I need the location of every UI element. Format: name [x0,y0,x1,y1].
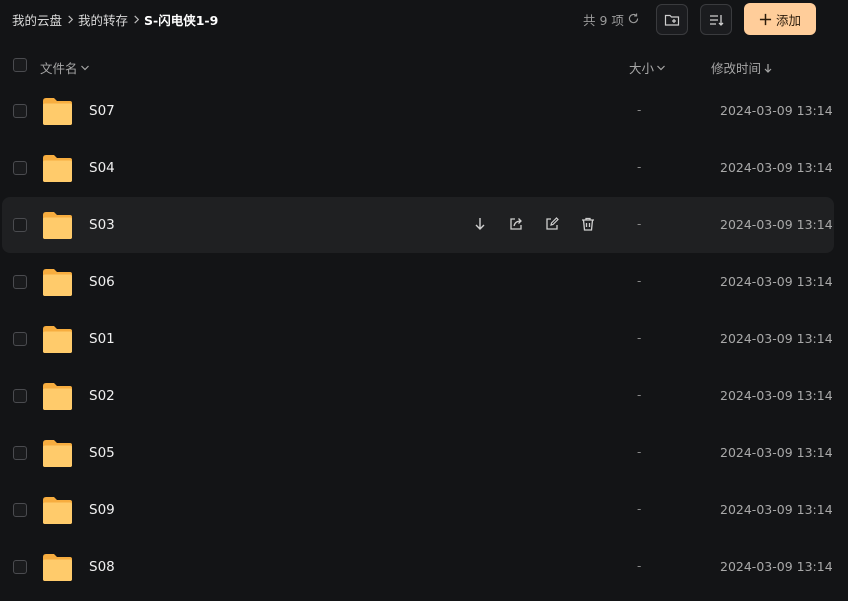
file-row[interactable]: S01 - 2024-03-09 13:14 [2,311,834,367]
row-checkbox[interactable] [13,332,27,346]
refresh-icon[interactable] [627,12,640,28]
breadcrumb-item-saved[interactable]: 我的转存 [78,10,128,29]
file-modified: 2024-03-09 13:14 [720,103,833,118]
file-name[interactable]: S05 [89,445,115,461]
sort-button[interactable] [700,4,732,35]
file-name[interactable]: S08 [89,559,115,575]
column-size-label: 大小 [629,61,655,76]
file-size: - [637,160,642,174]
file-modified: 2024-03-09 13:14 [720,274,833,289]
file-row[interactable]: S08 - 2024-03-09 13:14 [2,539,834,595]
file-size: - [637,217,642,231]
file-modified: 2024-03-09 13:14 [720,559,833,574]
chevron-down-icon [657,65,665,70]
breadcrumb-item-current: S-闪电侠1-9 [144,12,219,28]
folder-icon [43,440,72,467]
chevron-down-icon [80,65,89,70]
folder-icon [43,155,72,182]
file-size: - [637,559,642,573]
file-size: - [637,502,642,516]
folder-icon [43,383,72,410]
chevron-right-icon [62,14,78,24]
folder-icon [43,497,72,524]
add-button-label: 添加 [775,12,801,28]
file-modified: 2024-03-09 13:14 [720,388,833,403]
row-checkbox[interactable] [13,161,27,175]
column-modified-label: 修改时间 [711,61,762,76]
file-size: - [637,103,642,117]
row-actions [472,216,596,232]
toolbar: 我的云盘 我的转存 S-闪电侠1-9 共 9 项 添加 [0,0,848,40]
folder-icon [43,326,72,353]
row-checkbox[interactable] [13,389,27,403]
file-row[interactable]: S02 - 2024-03-09 13:14 [2,368,834,424]
new-folder-button[interactable] [656,4,688,35]
file-row[interactable]: S06 - 2024-03-09 13:14 [2,254,834,310]
file-size: - [637,388,642,402]
file-size: - [637,445,642,459]
file-name[interactable]: S03 [89,217,115,233]
new-folder-icon [664,14,680,26]
row-checkbox[interactable] [13,275,27,289]
file-modified: 2024-03-09 13:14 [720,217,833,232]
file-size: - [637,331,642,345]
folder-icon [43,98,72,125]
file-name[interactable]: S04 [89,160,115,176]
download-icon[interactable] [472,216,488,232]
file-row[interactable]: S07 - 2024-03-09 13:14 [2,83,834,139]
column-size[interactable]: 大小 [629,58,666,77]
column-name-label: 文件名 [40,61,78,76]
add-button[interactable]: 添加 [744,3,816,35]
file-name[interactable]: S01 [89,331,115,347]
table-header: 文件名 大小 修改时间 [0,50,848,80]
chevron-right-icon [128,14,144,24]
file-row[interactable]: S03 - 2024-03-09 13:14 [2,197,834,253]
select-all-checkbox[interactable] [13,58,27,72]
file-name[interactable]: S09 [89,502,115,518]
column-modified[interactable]: 修改时间 [711,58,773,77]
breadcrumb-item-cloud[interactable]: 我的云盘 [12,10,62,29]
row-checkbox[interactable] [13,218,27,232]
folder-icon [43,554,72,581]
item-count: 共 9 项 [583,10,640,29]
delete-icon[interactable] [580,216,596,232]
sort-icon [710,14,724,26]
row-checkbox[interactable] [13,446,27,460]
file-name[interactable]: S02 [89,388,115,404]
plus-icon [759,13,772,25]
share-icon[interactable] [508,216,524,232]
file-modified: 2024-03-09 13:14 [720,445,833,460]
row-checkbox[interactable] [13,503,27,517]
row-checkbox[interactable] [13,560,27,574]
row-checkbox[interactable] [13,104,27,118]
file-row[interactable]: S04 - 2024-03-09 13:14 [2,140,834,196]
file-name[interactable]: S06 [89,274,115,290]
column-name[interactable]: 文件名 [40,58,90,77]
file-modified: 2024-03-09 13:14 [720,331,833,346]
rename-icon[interactable] [544,216,560,232]
file-size: - [637,274,642,288]
file-row[interactable]: S05 - 2024-03-09 13:14 [2,425,834,481]
breadcrumb: 我的云盘 我的转存 S-闪电侠1-9 [12,10,218,28]
folder-icon [43,212,72,239]
file-row[interactable]: S09 - 2024-03-09 13:14 [2,482,834,538]
file-name[interactable]: S07 [89,103,115,119]
arrow-down-icon [764,63,772,73]
item-count-label: 共 9 项 [583,13,624,28]
file-modified: 2024-03-09 13:14 [720,160,833,175]
file-modified: 2024-03-09 13:14 [720,502,833,517]
folder-icon [43,269,72,296]
